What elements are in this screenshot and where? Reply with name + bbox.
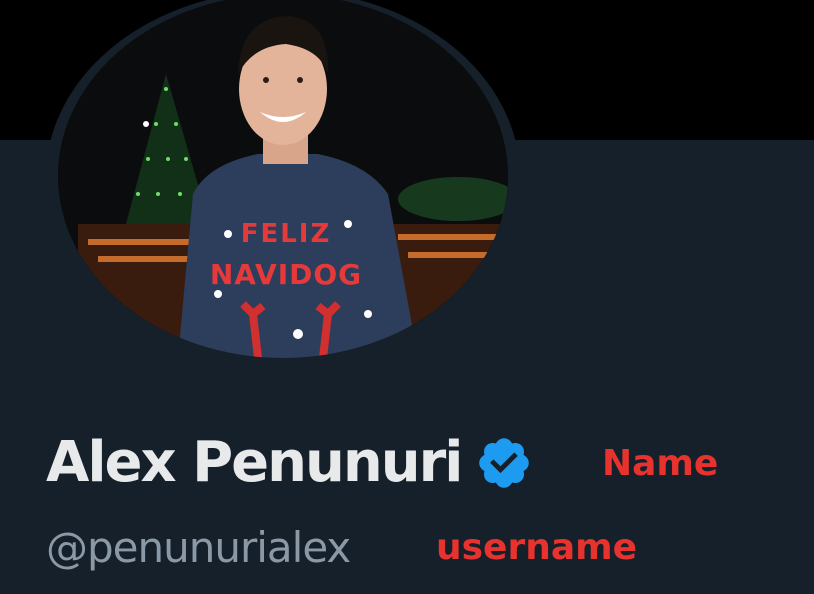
username-handle: @penunurialex [46,523,351,572]
sweater-text-line1: FELIZ [241,219,332,249]
annotation-username-label: username [436,527,638,568]
sweater-text-line2: NAVIDOG [210,258,362,291]
annotation-name-label: Name [602,443,719,484]
display-name: Alex Penunuri [46,430,463,495]
avatar-photo: FELIZ NAVIDOG [58,0,508,358]
verified-badge-icon[interactable] [475,434,533,492]
avatar[interactable]: FELIZ NAVIDOG [58,0,508,358]
name-row: Alex Penunuri [46,428,533,498]
